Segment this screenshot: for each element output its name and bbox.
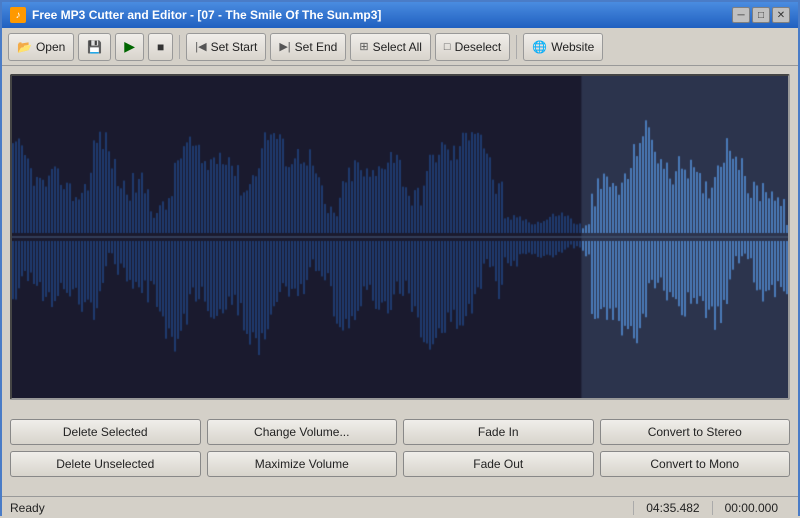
title-bar-controls: ─ □ ✕ [732, 7, 790, 23]
minimize-button[interactable]: ─ [732, 7, 750, 23]
window-title: Free MP3 Cutter and Editor - [07 - The S… [32, 8, 381, 22]
main-window: ♪ Free MP3 Cutter and Editor - [07 - The… [0, 0, 800, 516]
save-button[interactable]: 💾 [78, 33, 111, 61]
button-panel: Delete Selected Change Volume... Fade In… [10, 408, 790, 488]
status-ready: Ready [10, 501, 633, 515]
stop-icon: ■ [157, 40, 164, 54]
title-bar: ♪ Free MP3 Cutter and Editor - [07 - The… [2, 2, 798, 28]
fade-out-button[interactable]: Fade Out [403, 451, 594, 477]
separator-2 [516, 35, 517, 59]
set-start-button[interactable]: |◀ Set Start [186, 33, 266, 61]
play-button[interactable]: ▶ [115, 33, 144, 61]
convert-to-mono-button[interactable]: Convert to Mono [600, 451, 791, 477]
select-all-icon: ⊞ [359, 40, 368, 53]
deselect-button[interactable]: □ Deselect [435, 33, 510, 61]
set-end-icon: ▶| [279, 40, 290, 53]
select-all-button[interactable]: ⊞ Select All [350, 33, 431, 61]
delete-selected-button[interactable]: Delete Selected [10, 419, 201, 445]
website-button[interactable]: 🌐 Website [523, 33, 603, 61]
app-icon: ♪ [10, 7, 26, 23]
separator-1 [179, 35, 180, 59]
close-button[interactable]: ✕ [772, 7, 790, 23]
open-button[interactable]: 📂 Open [8, 33, 74, 61]
status-bar: Ready 04:35.482 00:00.000 [2, 496, 798, 518]
restore-button[interactable]: □ [752, 7, 770, 23]
stop-button[interactable]: ■ [148, 33, 173, 61]
main-content: Delete Selected Change Volume... Fade In… [2, 66, 798, 496]
waveform-canvas [12, 76, 790, 398]
delete-unselected-button[interactable]: Delete Unselected [10, 451, 201, 477]
fade-in-button[interactable]: Fade In [403, 419, 594, 445]
set-end-button[interactable]: ▶| Set End [270, 33, 346, 61]
waveform-container [10, 74, 790, 400]
play-icon: ▶ [124, 38, 135, 55]
maximize-volume-button[interactable]: Maximize Volume [207, 451, 398, 477]
save-icon: 💾 [87, 40, 102, 54]
status-time1: 04:35.482 [633, 501, 711, 515]
website-icon: 🌐 [532, 40, 547, 54]
convert-to-stereo-button[interactable]: Convert to Stereo [600, 419, 791, 445]
change-volume-button[interactable]: Change Volume... [207, 419, 398, 445]
status-time2: 00:00.000 [712, 501, 790, 515]
title-bar-left: ♪ Free MP3 Cutter and Editor - [07 - The… [10, 7, 381, 23]
toolbar: 📂 Open 💾 ▶ ■ |◀ Set Start ▶| Set End ⊞ S… [2, 28, 798, 66]
open-icon: 📂 [17, 40, 32, 54]
set-start-icon: |◀ [195, 40, 206, 53]
deselect-icon: □ [444, 41, 451, 53]
